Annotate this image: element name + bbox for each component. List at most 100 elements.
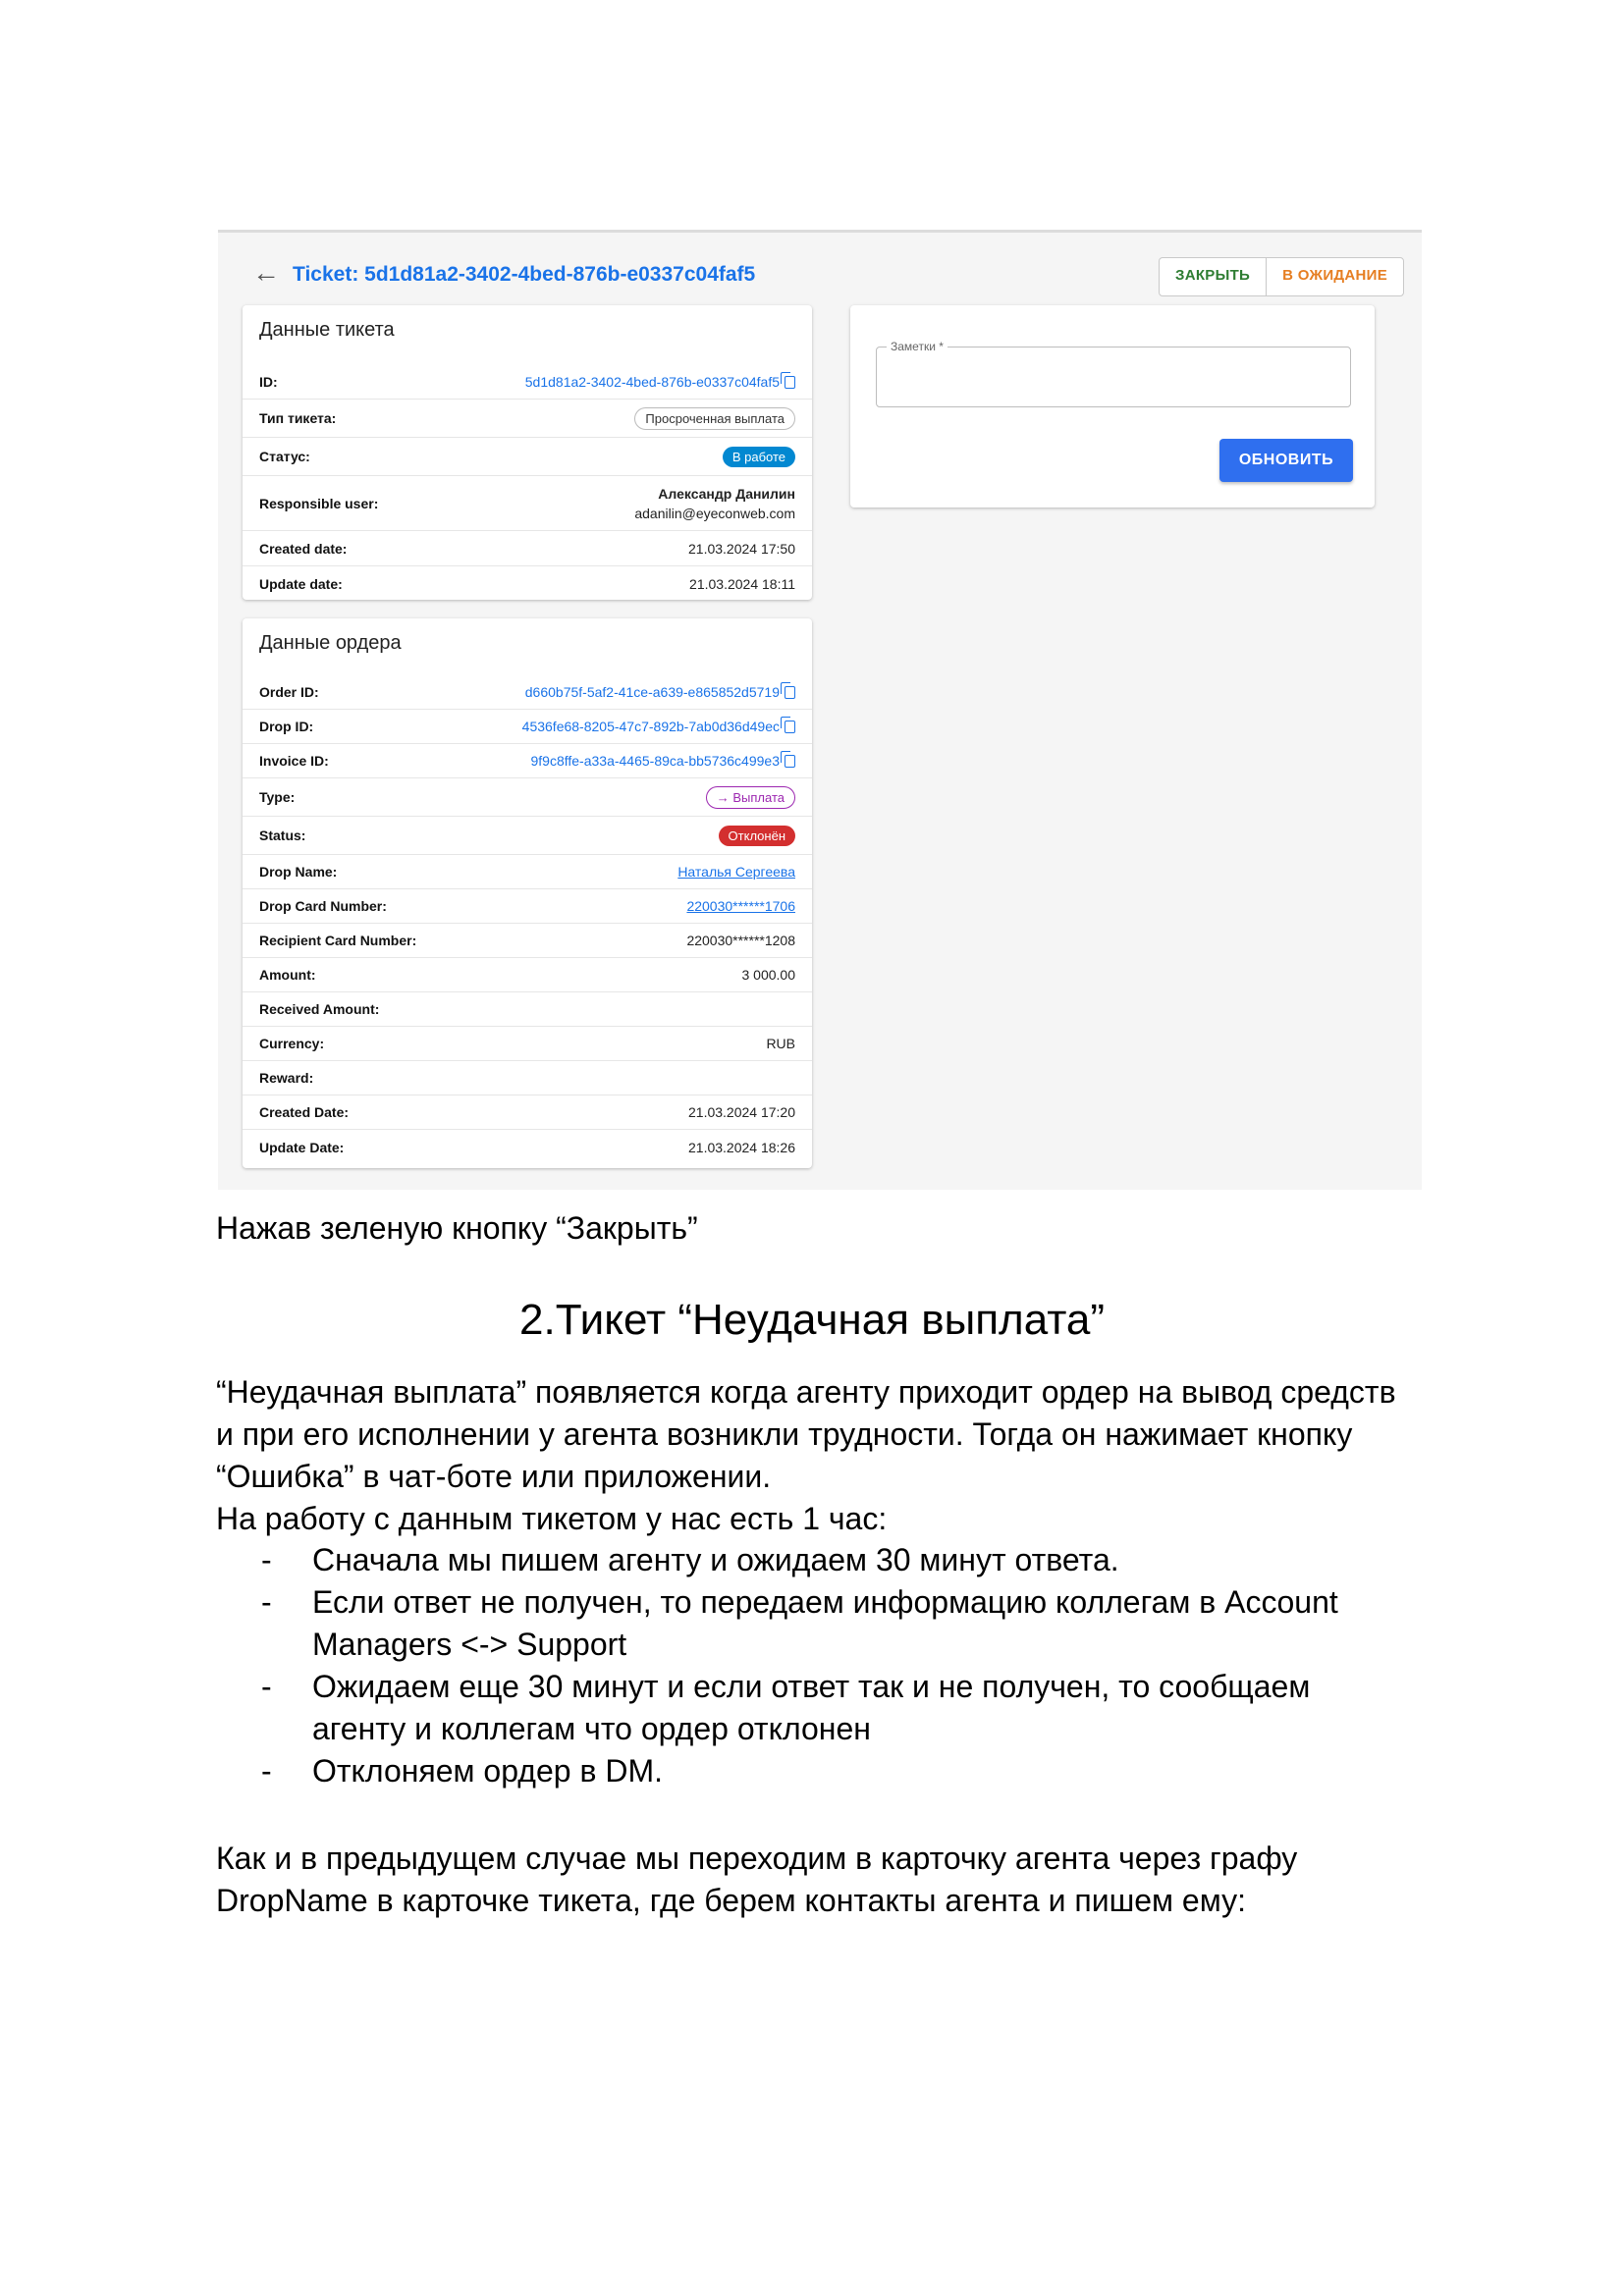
info-row: Received Amount: (243, 992, 812, 1027)
row-label: Type: (259, 789, 296, 805)
info-row: Drop ID: 4536fe68-8205-47c7-892b-7ab0d36… (243, 710, 812, 744)
bullet-dash: - (261, 1584, 272, 1620)
order-data-card: Данные ордера Order ID: d660b75f-5af2-41… (243, 618, 812, 1168)
row-value[interactable]: 4536fe68-8205-47c7-892b-7ab0d36d49ec (522, 717, 795, 734)
row-label: Status: (259, 828, 306, 843)
row-label: Amount: (259, 967, 316, 983)
responsible-user: Александр Данилин adanilin@eyeconweb.com (634, 484, 795, 523)
notes-card: Заметки * ОБНОВИТЬ (850, 305, 1375, 507)
back-arrow-icon[interactable]: ← (252, 259, 280, 287)
row-value: 21.03.2024 17:20 (688, 1104, 795, 1120)
row-value: RUB (766, 1036, 795, 1051)
drop-name-link[interactable]: Наталья Сергеева (677, 864, 795, 880)
copy-icon[interactable] (781, 751, 795, 768)
row-label: Статус: (259, 449, 310, 464)
arrow-right-icon: → (716, 789, 730, 805)
ticket-title: Ticket: 5d1d81a2-3402-4bed-876b-e0337c04… (293, 263, 756, 286)
copy-icon[interactable] (781, 681, 795, 699)
notes-label: Заметки * (887, 340, 947, 353)
row-label: Responsible user: (259, 495, 379, 511)
row-label: Invoice ID: (259, 753, 329, 769)
bullet-dash: - (261, 1669, 272, 1704)
status-button-group: ЗАКРЫТЬ В ОЖИДАНИЕ (1159, 257, 1405, 296)
card-title: Данные ордера (259, 632, 402, 654)
info-row: Type: → Выплата (243, 778, 812, 817)
copy-icon[interactable] (781, 371, 795, 389)
row-value[interactable]: 9f9c8ffe-a33a-4465-89ca-bb5736c499e3 (530, 751, 795, 769)
row-label: Update date: (259, 576, 343, 592)
pending-button[interactable]: В ОЖИДАНИЕ (1267, 258, 1403, 295)
row-label: Тип тикета: (259, 410, 337, 426)
copy-icon[interactable] (781, 717, 795, 733)
row-label: ID: (259, 373, 278, 390)
user-email: adanilin@eyeconweb.com (634, 505, 795, 521)
row-label: Reward: (259, 1070, 314, 1086)
info-row: Reward: (243, 1061, 812, 1095)
drop-card-link[interactable]: 220030******1706 (686, 898, 795, 914)
caption: Нажав зеленую кнопку “Закрыть” (216, 1210, 698, 1246)
paragraph-line: и при его исполнении у агента возникли т… (216, 1416, 1353, 1452)
row-label: Recipient Card Number: (259, 933, 417, 948)
row-label: Created Date: (259, 1104, 350, 1120)
row-value: 21.03.2024 17:50 (688, 540, 795, 557)
list-item-text: Отклоняем ордер в DM. (312, 1753, 663, 1789)
info-row: Order ID: d660b75f-5af2-41ce-a639-e86585… (243, 674, 812, 710)
info-row: Update date: 21.03.2024 18:11 (243, 566, 812, 602)
info-row: Recipient Card Number: 220030******1208 (243, 924, 812, 958)
user-name: Александр Данилин (658, 485, 795, 502)
notes-input[interactable]: Заметки * (876, 340, 1351, 407)
row-value: 21.03.2024 18:26 (688, 1139, 795, 1155)
info-row: Update Date: 21.03.2024 18:26 (243, 1130, 812, 1164)
list-item-text: Сначала мы пишем агенту и ожидаем 30 мин… (312, 1542, 1119, 1577)
row-value[interactable]: d660b75f-5af2-41ce-a639-e865852d5719 (525, 681, 795, 700)
list-item-text: Если ответ не получен, то передаем инфор… (312, 1584, 1338, 1620)
row-label: Drop Card Number: (259, 898, 387, 914)
row-label: Currency: (259, 1036, 325, 1051)
info-row: Статус: В работе (243, 438, 812, 476)
paragraph-line: “Неудачная выплата” появляется когда аге… (216, 1374, 1396, 1410)
paragraph-line: На работу с данным тикетом у нас есть 1 … (216, 1501, 888, 1536)
status-badge: Отклонён (718, 825, 795, 846)
row-label: Order ID: (259, 683, 319, 700)
bullet-dash: - (261, 1542, 272, 1577)
info-row: Drop Card Number: 220030******1706 (243, 889, 812, 924)
info-row: Drop Name: Наталья Сергеева (243, 855, 812, 889)
ticket-type-chip: Просроченная выплата (634, 406, 795, 430)
ticket-screenshot: ← Ticket: 5d1d81a2-3402-4bed-876b-e0337c… (218, 230, 1422, 1190)
info-row: Currency: RUB (243, 1027, 812, 1061)
info-row: ID: 5d1d81a2-3402-4bed-876b-e0337c04faf5 (243, 364, 812, 400)
steps-list: - Сначала мы пишем агенту и ожидаем 30 м… (261, 1539, 1390, 1792)
row-label: Update Date: (259, 1139, 345, 1155)
row-label: Received Amount: (259, 1001, 380, 1017)
row-value: 3 000.00 (741, 967, 796, 983)
info-row: Status: Отклонён (243, 817, 812, 855)
bullet-dash: - (261, 1753, 272, 1789)
closing-paragraph: Как и в предыдущем случае мы переходим в… (216, 1838, 1434, 1922)
list-item-text: Ожидаем еще 30 минут и если ответ так и … (312, 1669, 1311, 1704)
row-label: Drop Name: (259, 864, 338, 880)
intro-paragraph: “Неудачная выплата” появляется когда аге… (216, 1371, 1434, 1540)
close-ticket-button[interactable]: ЗАКРЫТЬ (1160, 258, 1268, 295)
ticket-data-card: Данные тикета ID: 5d1d81a2-3402-4bed-876… (243, 305, 812, 600)
list-item: - Если ответ не получен, то передаем инф… (261, 1581, 1390, 1666)
info-row: Invoice ID: 9f9c8ffe-a33a-4465-89ca-bb57… (243, 744, 812, 778)
list-item: - Ожидаем еще 30 минут и если ответ так … (261, 1666, 1390, 1750)
status-badge: В работе (722, 446, 795, 467)
row-label: Created date: (259, 540, 348, 557)
info-row: Created Date: 21.03.2024 17:20 (243, 1095, 812, 1130)
row-label: Drop ID: (259, 719, 314, 734)
list-item-text: Managers <-> Support (312, 1627, 627, 1662)
list-item-text: агенту и коллегам что ордер отклонен (312, 1711, 871, 1746)
card-title: Данные тикета (259, 319, 395, 341)
update-button[interactable]: ОБНОВИТЬ (1219, 439, 1353, 482)
row-value[interactable]: 5d1d81a2-3402-4bed-876b-e0337c04faf5 (525, 371, 795, 390)
paragraph-line: Как и в предыдущем случае мы переходим в… (216, 1841, 1298, 1876)
info-row: Тип тикета: Просроченная выплата (243, 400, 812, 438)
row-value: 21.03.2024 18:11 (689, 576, 795, 592)
info-row: Responsible user: Александр Данилин adan… (243, 476, 812, 531)
info-row: Created date: 21.03.2024 17:50 (243, 531, 812, 566)
list-item: - Сначала мы пишем агенту и ожидаем 30 м… (261, 1539, 1390, 1581)
section-heading: 2.Тикет “Неудачная выплата” (519, 1296, 1105, 1344)
paragraph-line: “Ошибка” в чат-боте или приложении. (216, 1459, 772, 1494)
info-row: Amount: 3 000.00 (243, 958, 812, 992)
